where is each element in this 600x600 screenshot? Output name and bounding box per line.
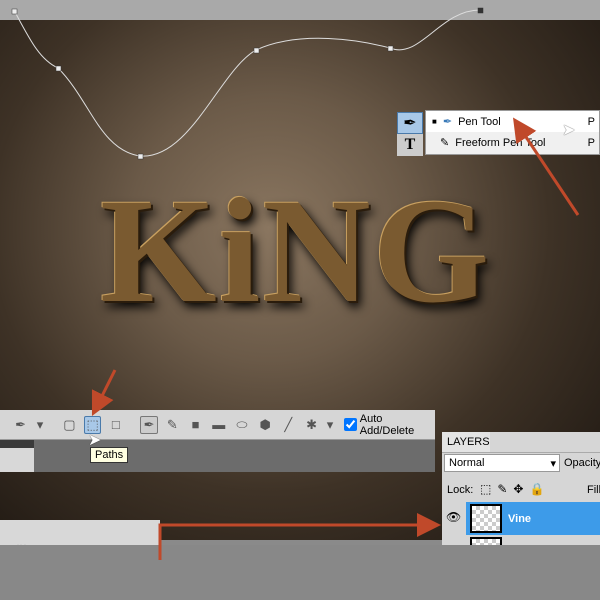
annotation-arrows <box>91 117 580 560</box>
mouse-cursor-icon: ➤ <box>562 122 576 139</box>
arrow-to-vine-layer <box>158 513 441 560</box>
arrow-to-paths-button <box>91 369 117 417</box>
